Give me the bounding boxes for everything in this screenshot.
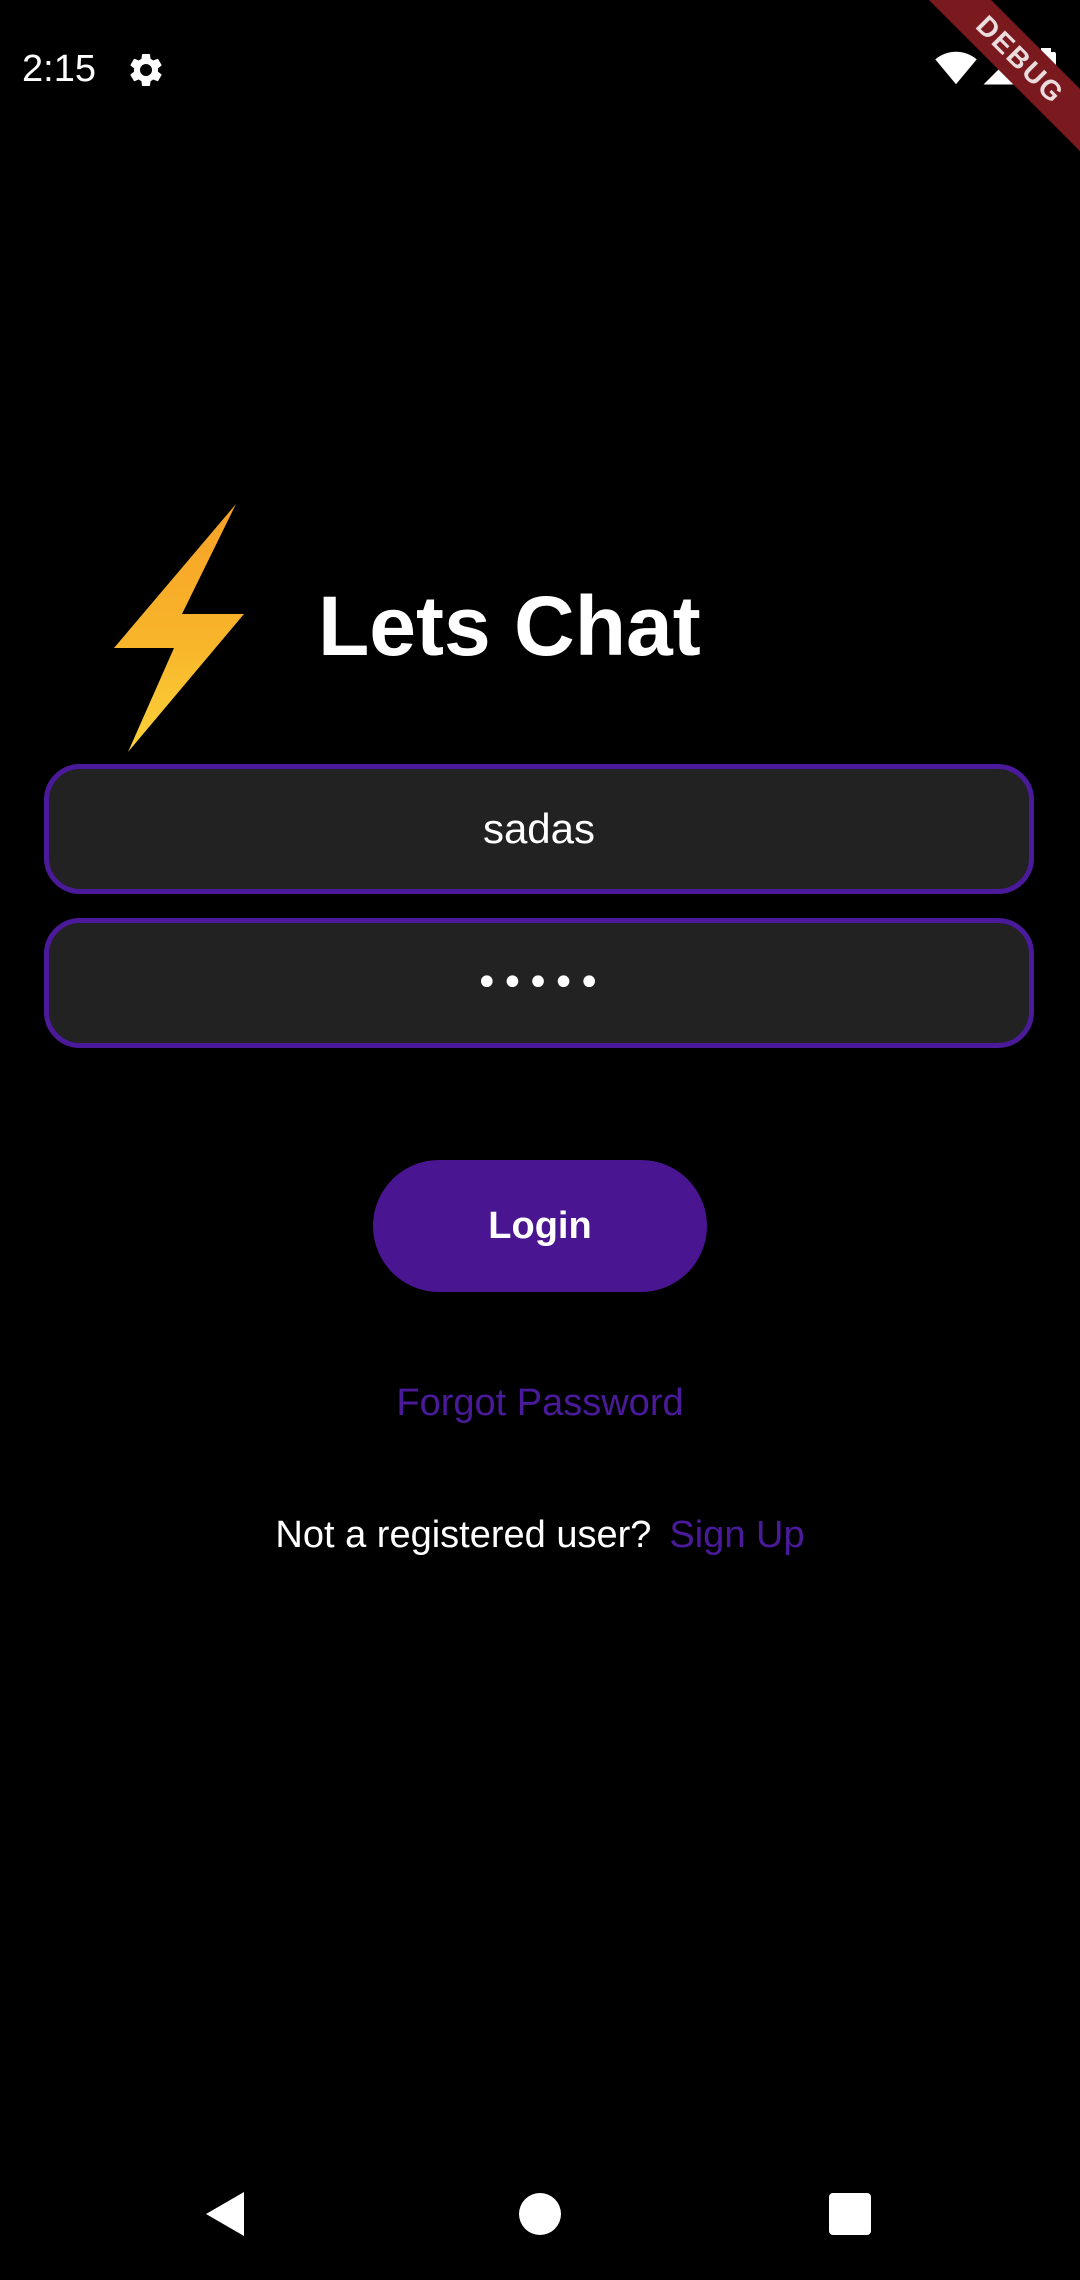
home-icon[interactable] — [518, 2192, 562, 2236]
signup-row: Not a registered user? Sign Up — [0, 1510, 1080, 1560]
signup-prompt: Not a registered user? — [275, 1514, 652, 1556]
password-masked-value: ••••• — [475, 960, 603, 1006]
login-button[interactable]: Login — [373, 1160, 707, 1292]
forgot-password-row: Forgot Password — [0, 1378, 1080, 1428]
gear-icon — [130, 53, 162, 86]
username-field[interactable] — [44, 764, 1034, 894]
signup-link[interactable]: Sign Up — [669, 1514, 804, 1556]
debug-ribbon-label: DEBUG — [920, 0, 1080, 160]
forgot-password-link[interactable]: Forgot Password — [396, 1382, 683, 1424]
lightning-bolt-icon — [114, 504, 244, 752]
system-nav-bar — [0, 2160, 1080, 2270]
recents-icon[interactable] — [828, 2192, 872, 2236]
status-bar: 2:15 — [0, 0, 1080, 140]
login-screen: 2:15 DEBUG Lets Chat sadas ••••• Login F… — [0, 0, 1080, 2280]
username-input[interactable] — [49, 768, 1029, 890]
app-title: Lets Chat — [318, 579, 701, 673]
debug-banner: DEBUG — [920, 0, 1080, 160]
status-time: 2:15 — [22, 48, 96, 90]
back-icon[interactable] — [204, 2190, 248, 2238]
password-field[interactable]: ••••• — [44, 918, 1034, 1048]
